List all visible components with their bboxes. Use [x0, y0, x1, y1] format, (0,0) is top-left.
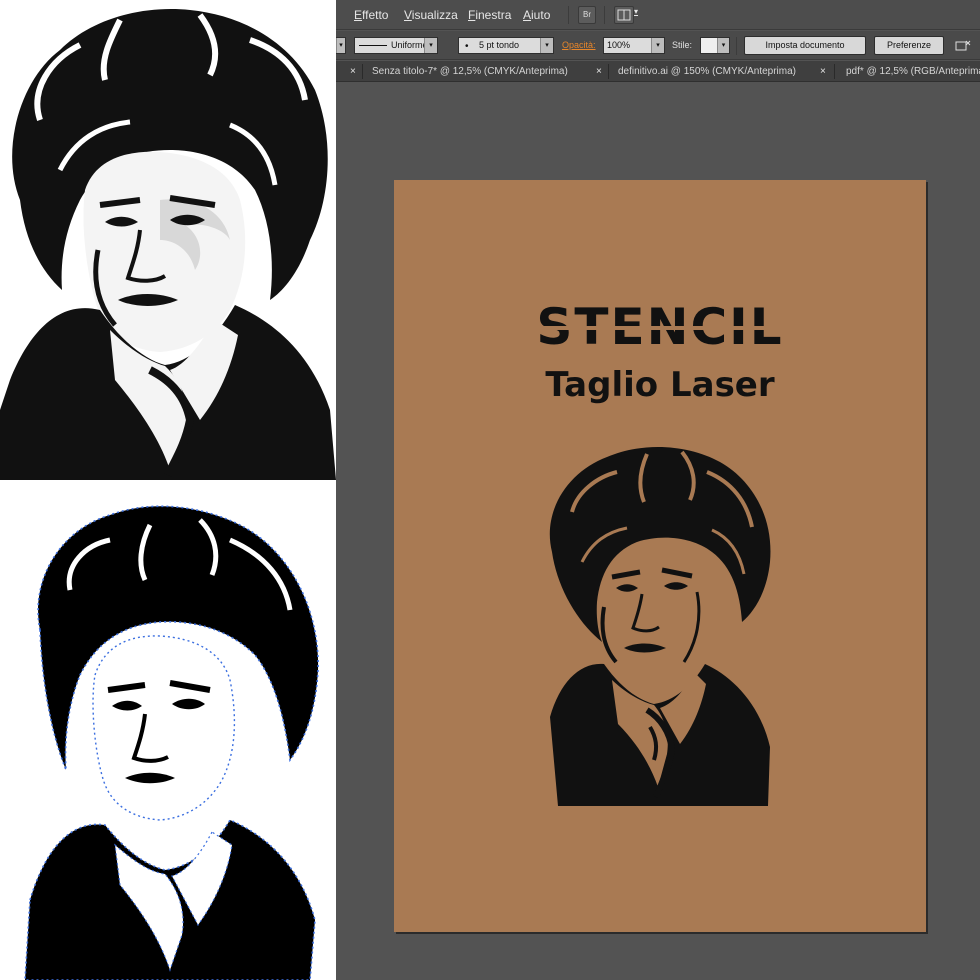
chevron-down-icon: ▾ — [540, 38, 553, 53]
tab-divider — [608, 64, 609, 79]
artboard[interactable]: STENCIL Taglio Laser — [394, 180, 926, 932]
opacity-value: 100% — [607, 40, 631, 50]
tab-divider — [362, 64, 363, 79]
brush-select[interactable]: • 5 pt tondo ▾ — [458, 37, 554, 54]
stroke-profile-value: Uniforme — [391, 40, 428, 50]
chevron-down-icon: ▾ — [424, 38, 437, 53]
chevron-down-icon[interactable]: ▾ — [634, 7, 638, 16]
bridge-icon[interactable]: Br — [578, 6, 596, 24]
menu-bar: Effetto Visualizza Finestra Aiuto Br ▾ — [336, 0, 980, 30]
stroke-line-icon — [359, 45, 387, 46]
opacity-label[interactable]: Opacità: — [562, 40, 596, 50]
control-bar: ▾ Uniforme ▾ • 5 pt tondo ▾ Opacità: 100… — [336, 31, 980, 60]
stroke-weight-dropdown[interactable]: ▾ — [336, 37, 346, 54]
document-setup-button[interactable]: Imposta documento — [744, 36, 866, 55]
arrange-documents-icon[interactable] — [614, 6, 634, 24]
reference-original-portrait — [0, 0, 336, 480]
menu-visualizza[interactable]: Visualizza — [404, 8, 458, 22]
stencil-subtitle: Taglio Laser — [545, 365, 775, 405]
stencil-portrait-illustration — [549, 446, 771, 806]
menu-divider — [604, 6, 605, 24]
menu-effetto[interactable]: Effetto — [354, 8, 388, 22]
brush-dot-icon: • — [465, 41, 469, 52]
style-label: Stile: — [672, 40, 693, 50]
tab-pdf[interactable]: pdf* @ 12,5% (RGB/Anteprima — [846, 61, 980, 82]
style-swatch[interactable]: ▾ — [700, 37, 730, 54]
tab-divider — [834, 64, 835, 79]
menu-divider — [568, 6, 569, 24]
brush-value: 5 pt tondo — [479, 40, 520, 50]
preferences-button[interactable]: Preferenze — [874, 36, 944, 55]
close-icon[interactable]: × — [596, 61, 602, 82]
beethoven-vector-paths-illustration — [24, 505, 319, 980]
document-canvas[interactable]: STENCIL Taglio Laser — [336, 83, 980, 980]
tab-senza-titolo-7[interactable]: Senza titolo-7* @ 12,5% (CMYK/Anteprima) — [372, 61, 568, 82]
close-icon[interactable]: × — [350, 61, 356, 82]
menu-finestra[interactable]: Finestra — [468, 8, 511, 22]
beethoven-original-illustration — [0, 9, 336, 480]
close-icon[interactable]: × — [820, 61, 826, 82]
chevron-down-icon: ▾ — [651, 38, 664, 53]
stroke-profile-select[interactable]: Uniforme ▾ — [354, 37, 438, 54]
reference-vector-paths — [0, 480, 336, 980]
panel-options-icon[interactable] — [954, 38, 972, 54]
stencil-bridge — [542, 326, 778, 330]
chevron-down-icon: ▾ — [717, 38, 729, 53]
control-divider — [736, 37, 737, 55]
tab-definitivo[interactable]: definitivo.ai @ 150% (CMYK/Anteprima) — [618, 61, 796, 82]
opacity-field[interactable]: 100% ▾ — [603, 37, 665, 54]
document-tab-bar: × Senza titolo-7* @ 12,5% (CMYK/Anteprim… — [336, 61, 980, 82]
illustrator-window: Effetto Visualizza Finestra Aiuto Br ▾ ▾… — [336, 0, 980, 980]
menu-aiuto[interactable]: Aiuto — [523, 8, 550, 22]
